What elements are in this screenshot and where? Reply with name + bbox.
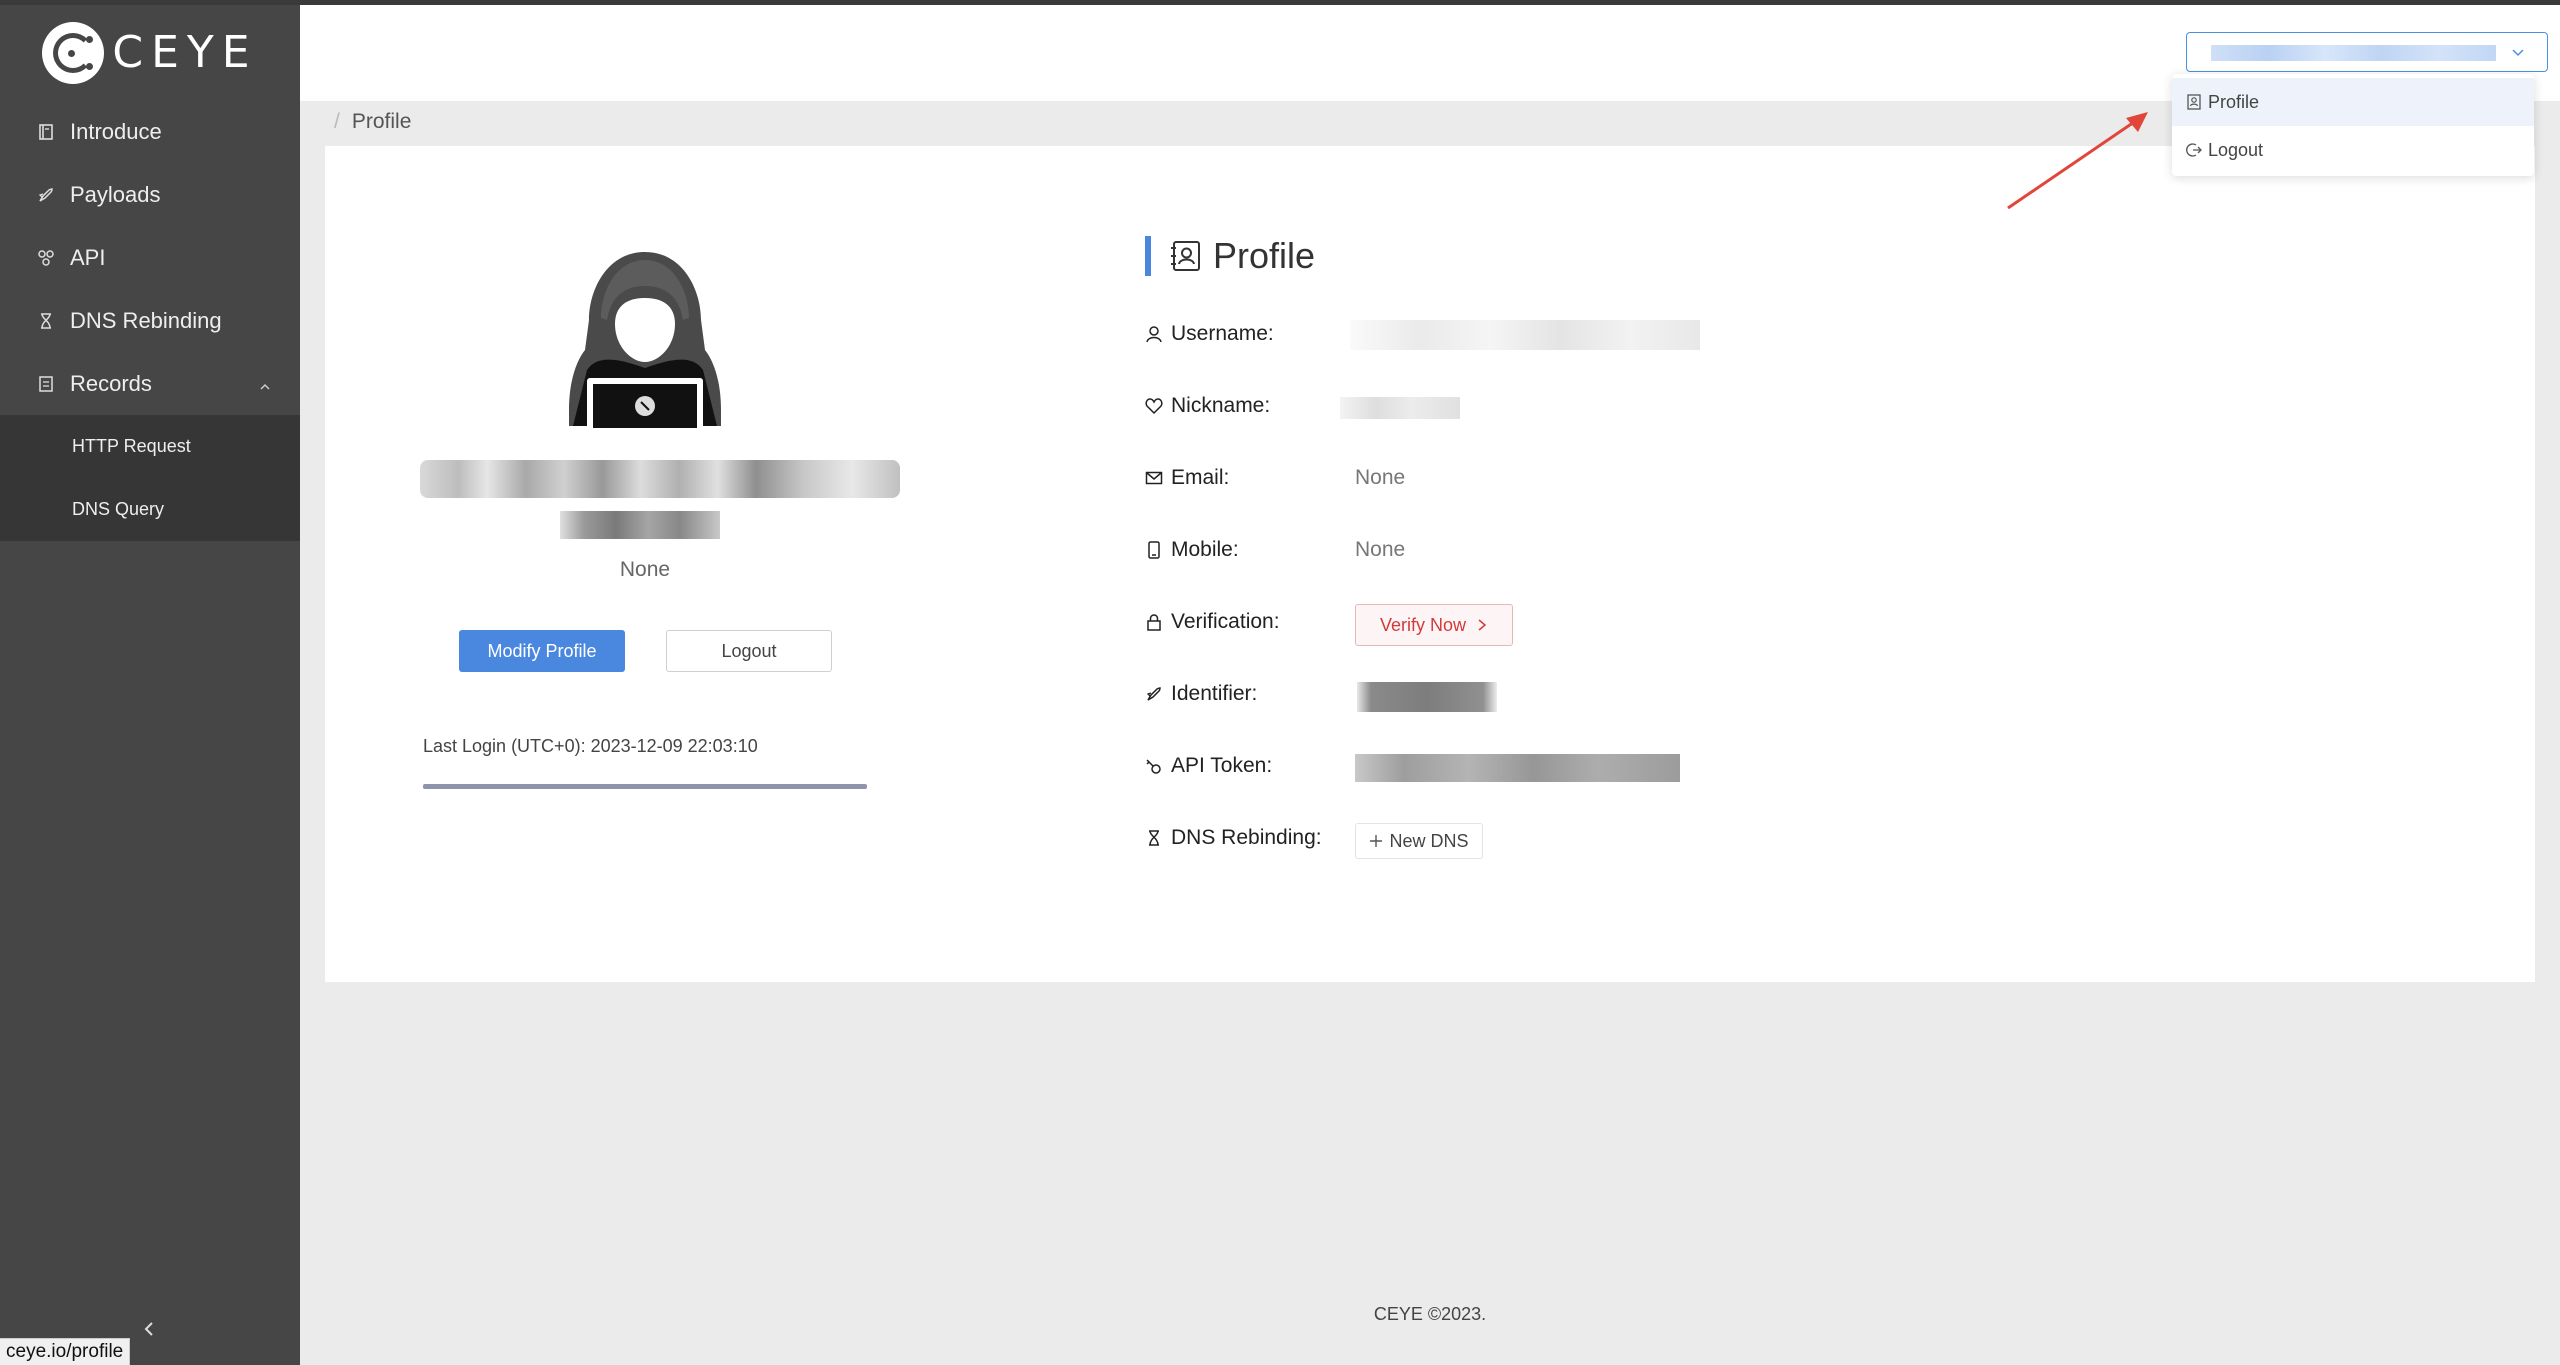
sidebar-item-api[interactable]: API <box>0 226 300 289</box>
contact-card-icon <box>1169 239 1203 273</box>
username-value-blurred <box>1350 320 1700 350</box>
sidebar-item-label: Introduce <box>70 118 162 144</box>
new-dns-label: New DNS <box>1389 830 1469 851</box>
hourglass-icon <box>36 311 56 331</box>
email-label: Email: <box>1171 466 1230 489</box>
username-label: Username: <box>1171 322 1274 345</box>
user-dropdown-menu: Profile Logout <box>2172 74 2534 176</box>
chevron-down-icon <box>2511 45 2525 59</box>
nickname-blurred <box>560 511 720 539</box>
ceye-logo-icon <box>42 21 105 84</box>
plus-icon <box>1369 834 1383 848</box>
email-row: Email: <box>1145 460 1229 496</box>
identifier-value-blurred <box>1357 682 1497 712</box>
user-menu-select[interactable] <box>2186 32 2548 72</box>
new-dns-button[interactable]: New DNS <box>1355 823 1483 859</box>
profile-icon <box>2186 94 2202 110</box>
verification-label: Verification: <box>1171 610 1280 633</box>
browser-status-url: ceye.io/profile <box>0 1338 131 1365</box>
username-row: Username: <box>1145 316 1274 352</box>
lock-icon <box>1145 613 1163 631</box>
nickname-row: Nickname: <box>1145 388 1270 424</box>
dropdown-item-logout[interactable]: Logout <box>2172 126 2534 174</box>
logo-text: CEYE <box>112 27 258 78</box>
annotation-arrow <box>2007 112 2148 210</box>
hourglass-icon <box>1145 829 1163 847</box>
sidebar-item-dns-query[interactable]: DNS Query <box>0 478 300 541</box>
sidebar-item-payloads[interactable]: Payloads <box>0 163 300 226</box>
sidebar-item-label: DNS Rebinding <box>70 307 222 333</box>
mobile-label: Mobile: <box>1171 538 1239 561</box>
hacker-avatar-icon <box>569 252 721 434</box>
username-blurred <box>2211 45 2496 61</box>
mobile-row: Mobile: <box>1145 532 1239 568</box>
profile-card: None Modify Profile Logout Last Login (U… <box>325 146 2535 982</box>
sidebar-item-records[interactable]: Records <box>0 352 300 415</box>
user-icon <box>1145 325 1163 343</box>
sidebar-item-dns-rebinding[interactable]: DNS Rebinding <box>0 289 300 352</box>
breadcrumb: / Profile <box>334 110 411 134</box>
dropdown-item-profile[interactable]: Profile <box>2172 78 2534 126</box>
footer: CEYE ©2023. <box>1373 1304 1487 1324</box>
sidebar-item-label: Records <box>70 370 152 396</box>
logo[interactable]: CEYE <box>0 5 300 100</box>
api-token-value-blurred <box>1355 754 1680 782</box>
api-token-label: API Token: <box>1171 754 1273 777</box>
last-login-divider <box>423 784 867 789</box>
mail-icon <box>1145 469 1163 487</box>
book-icon <box>36 122 56 142</box>
chevron-right-icon <box>1476 618 1488 632</box>
collapse-sidebar-icon[interactable] <box>140 1319 160 1339</box>
mobile-phone-icon <box>1145 541 1163 559</box>
nickname-label: Nickname: <box>1171 394 1271 417</box>
chevron-up-icon <box>258 374 272 400</box>
document-icon <box>36 374 56 394</box>
profile-heading: Profile <box>1145 235 1316 276</box>
sidebar-item-label: Payloads <box>70 181 161 207</box>
sidebar-item-label: API <box>70 244 106 270</box>
modify-profile-button[interactable]: Modify Profile <box>459 630 625 672</box>
logout-icon <box>2186 142 2202 158</box>
dns-rebinding-label: DNS Rebinding: <box>1171 826 1322 849</box>
sidebar-item-http-request[interactable]: HTTP Request <box>0 415 300 478</box>
verify-now-button[interactable]: Verify Now <box>1355 604 1513 646</box>
api-token-row: API Token: <box>1145 748 1272 784</box>
identifier-label: Identifier: <box>1171 682 1258 705</box>
dropdown-item-label: Profile <box>2208 91 2260 112</box>
api-icon <box>36 248 56 268</box>
verify-now-label: Verify Now <box>1379 614 1467 635</box>
profile-title: Profile <box>1213 235 1316 276</box>
key-icon <box>1145 757 1163 775</box>
identifier-row: Identifier: <box>1145 676 1257 712</box>
heading-accent-bar <box>1145 236 1151 276</box>
rocket-icon <box>1145 685 1163 703</box>
last-login-text: Last Login (UTC+0): 2023-12-09 22:03:10 <box>423 736 758 756</box>
breadcrumb-separator: / <box>334 110 340 133</box>
heart-icon <box>1145 397 1163 415</box>
dns-rebinding-row: DNS Rebinding: <box>1145 820 1322 856</box>
sidebar-menu: Introduce Payloads API DNS Rebinding Rec… <box>0 100 300 415</box>
rocket-icon <box>36 185 56 205</box>
email-value: None <box>1355 466 1406 489</box>
dropdown-item-label: Logout <box>2208 139 2264 160</box>
bio-text: None <box>619 558 671 581</box>
username-blurred <box>420 460 900 498</box>
nickname-value-blurred <box>1340 397 1460 419</box>
verification-row: Verification: <box>1145 604 1280 640</box>
sidebar-item-introduce[interactable]: Introduce <box>0 100 300 163</box>
records-submenu: HTTP Request DNS Query <box>0 415 300 541</box>
sidebar: CEYE Introduce Payloads API DNS Rebindin… <box>0 5 300 1365</box>
breadcrumb-current: Profile <box>351 110 412 133</box>
mobile-value: None <box>1355 538 1406 561</box>
logout-button[interactable]: Logout <box>666 630 832 672</box>
